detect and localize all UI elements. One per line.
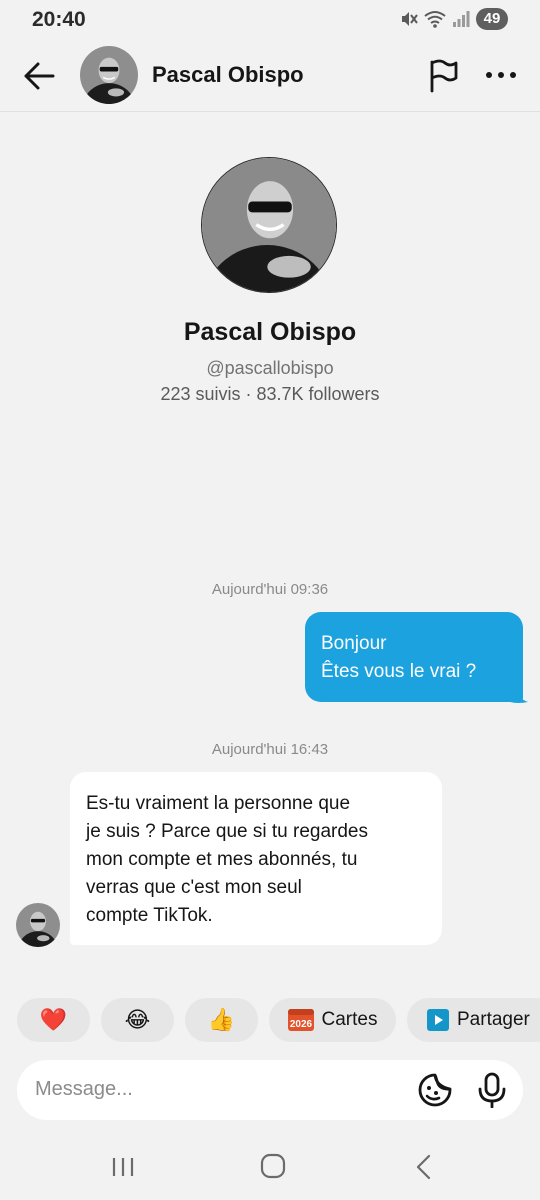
home-icon[interactable] [260, 1153, 286, 1179]
status-time: 20:40 [32, 8, 86, 31]
thumbs-up-reaction-chip[interactable]: 👍 [185, 998, 258, 1042]
thumbs-up-icon: 👍 [207, 1007, 236, 1032]
header-name[interactable]: Pascal Obispo [152, 62, 304, 88]
laughing-face-icon: 😂 [124, 1007, 151, 1032]
message-composer: Message... [17, 1060, 523, 1120]
message-line: verras que c'est mon seul [86, 877, 302, 898]
flag-icon[interactable] [426, 58, 460, 94]
outgoing-message-bubble[interactable]: Bonjour Êtes vous le vrai ? [305, 612, 523, 702]
message-timestamp: Aujourd'hui 09:36 [211, 581, 329, 598]
message-line: mon compte et mes abonnés, tu [86, 849, 358, 870]
status-bar: 20:40 49 [0, 0, 540, 40]
profile-photo [202, 158, 336, 292]
header-avatar[interactable] [80, 46, 138, 104]
profile-avatar[interactable] [201, 157, 337, 293]
wifi-icon [424, 11, 446, 28]
profile-handle: @pascallobispo [206, 358, 334, 378]
message-line: je suis ? Parce que si tu regardes [86, 821, 368, 842]
avatar-photo [80, 46, 138, 104]
chat-screen: 20:40 49 Pascal Obispo Pascal Obispo @pa… [0, 0, 540, 1200]
calendar-icon-text: 2026 [289, 1019, 312, 1030]
sender-avatar[interactable] [16, 903, 60, 947]
system-navigation-bar [0, 1140, 540, 1200]
incoming-message-bubble[interactable]: Es-tu vraiment la personne que je suis ?… [70, 772, 442, 945]
share-label: Partager [457, 1009, 530, 1030]
message-timestamp: Aujourd'hui 16:43 [211, 741, 329, 758]
profile-name: Pascal Obispo [183, 318, 357, 346]
signal-icon [453, 11, 470, 27]
message-line: Bonjour [321, 633, 387, 654]
message-line: Es-tu vraiment la personne que [86, 793, 351, 814]
back-arrow-icon[interactable] [20, 58, 58, 94]
message-input[interactable]: Message... [35, 1078, 133, 1101]
message-line: Êtes vous le vrai ? [321, 661, 477, 682]
profile-stats: 223 suivis · 83.7K followers [160, 384, 380, 404]
nav-back-icon[interactable] [413, 1154, 435, 1180]
share-chip[interactable]: Partager [407, 998, 540, 1042]
status-icons: 49 [400, 8, 508, 30]
recent-apps-icon[interactable] [111, 1156, 135, 1178]
sticker-icon[interactable] [417, 1072, 453, 1108]
sender-photo [16, 903, 60, 947]
battery-icon: 49 [476, 8, 508, 30]
microphone-icon[interactable] [475, 1072, 509, 1108]
laugh-reaction-chip[interactable]: 😂 [101, 998, 174, 1042]
message-line: compte TikTok. [86, 905, 213, 926]
calendar-icon: 2026 [287, 1009, 314, 1031]
play-share-icon [427, 1009, 449, 1031]
heart-icon: ❤️ [39, 1007, 68, 1032]
heart-reaction-chip[interactable]: ❤️ [17, 998, 90, 1042]
mute-icon [402, 12, 418, 26]
cards-chip[interactable]: 2026 Cartes [269, 998, 396, 1042]
bubble-tail [510, 684, 528, 703]
more-icon[interactable] [482, 62, 520, 88]
cards-label: Cartes [321, 1009, 378, 1030]
chat-header: Pascal Obispo [0, 40, 540, 112]
